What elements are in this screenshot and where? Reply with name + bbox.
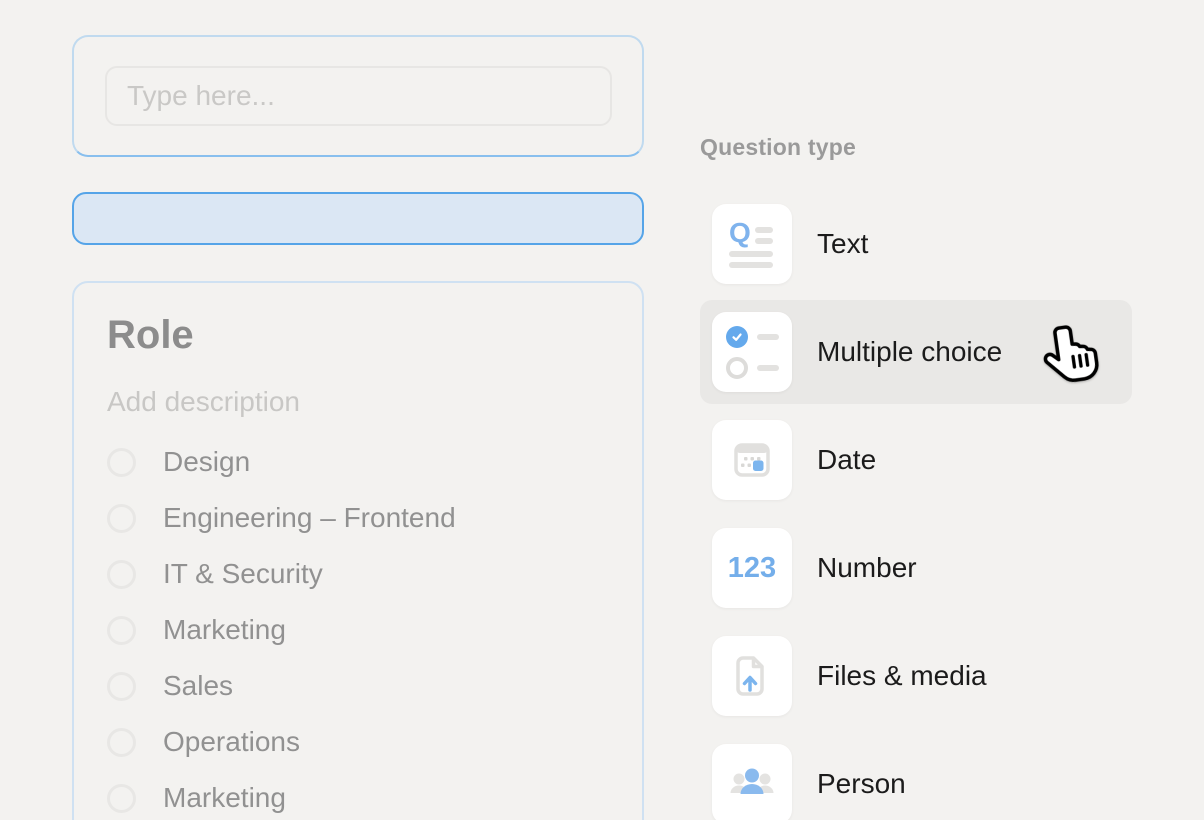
number-123-icon: 123 [728, 552, 776, 585]
number-123-icon-tile: 123 [712, 528, 792, 608]
question-type-item-multiple-choice[interactable]: Multiple choice [700, 300, 1132, 404]
radio-button-icon[interactable] [107, 448, 136, 477]
calendar-icon [728, 436, 776, 484]
option-label: Operations [163, 726, 300, 758]
choice-option-row: Sales [107, 658, 609, 714]
question-text-input[interactable] [105, 66, 612, 126]
option-label: Marketing [163, 614, 286, 646]
question-type-item-date[interactable]: Date [700, 408, 1132, 512]
question-type-heading: Question type [700, 133, 1136, 161]
person-icon-tile [712, 744, 792, 820]
radio-button-icon[interactable] [107, 504, 136, 533]
form-builder-screen: Role Add description Design Engineering … [0, 0, 1204, 820]
q-glyph: Q [729, 217, 751, 249]
text-question-icon: Q [728, 220, 776, 268]
role-question-card[interactable]: Role Add description Design Engineering … [72, 281, 644, 820]
question-type-label: Date [817, 444, 876, 476]
calendar-icon-tile [712, 420, 792, 500]
radio-button-icon[interactable] [107, 672, 136, 701]
question-description-placeholder[interactable]: Add description [107, 385, 609, 419]
checked-radio-icon [726, 326, 748, 348]
radio-button-icon[interactable] [107, 784, 136, 813]
radio-button-icon[interactable] [107, 728, 136, 757]
option-label: Marketing [163, 782, 286, 814]
choice-option-row: IT & Security [107, 546, 609, 602]
choice-options-list: Design Engineering – Frontend IT & Secur… [107, 434, 609, 820]
option-label: Sales [163, 670, 233, 702]
selected-empty-block[interactable] [72, 192, 644, 245]
question-type-label: Files & media [817, 660, 987, 692]
person-icon [728, 760, 776, 808]
choice-option-row: Engineering – Frontend [107, 490, 609, 546]
question-type-label: Number [817, 552, 917, 584]
choice-option-row: Marketing [107, 602, 609, 658]
question-type-label: Multiple choice [817, 336, 1002, 368]
multiple-choice-icon-tile [712, 312, 792, 392]
question-block-card[interactable] [72, 35, 644, 157]
question-type-item-number[interactable]: 123 Number [700, 516, 1132, 620]
question-title[interactable]: Role [107, 311, 609, 359]
radio-button-icon[interactable] [107, 560, 136, 589]
text-question-icon-tile: Q [712, 204, 792, 284]
question-type-label: Person [817, 768, 906, 800]
question-type-item-text[interactable]: Q Text [700, 192, 1132, 296]
file-upload-icon-tile [712, 636, 792, 716]
radio-button-icon[interactable] [107, 616, 136, 645]
choice-option-row: Design [107, 434, 609, 490]
choice-option-row: Marketing [107, 770, 609, 820]
question-type-item-person[interactable]: Person [700, 732, 1132, 820]
question-type-panel: Question type Q Text [700, 133, 1136, 820]
option-label: Engineering – Frontend [163, 502, 456, 534]
unchecked-radio-icon [726, 357, 748, 379]
multiple-choice-icon [726, 326, 779, 379]
question-type-item-files-media[interactable]: Files & media [700, 624, 1132, 728]
choice-option-row: Operations [107, 714, 609, 770]
question-type-label: Text [817, 228, 868, 260]
option-label: Design [163, 446, 250, 478]
file-upload-icon [728, 652, 776, 700]
option-label: IT & Security [163, 558, 323, 590]
question-type-list: Q Text [700, 192, 1136, 820]
